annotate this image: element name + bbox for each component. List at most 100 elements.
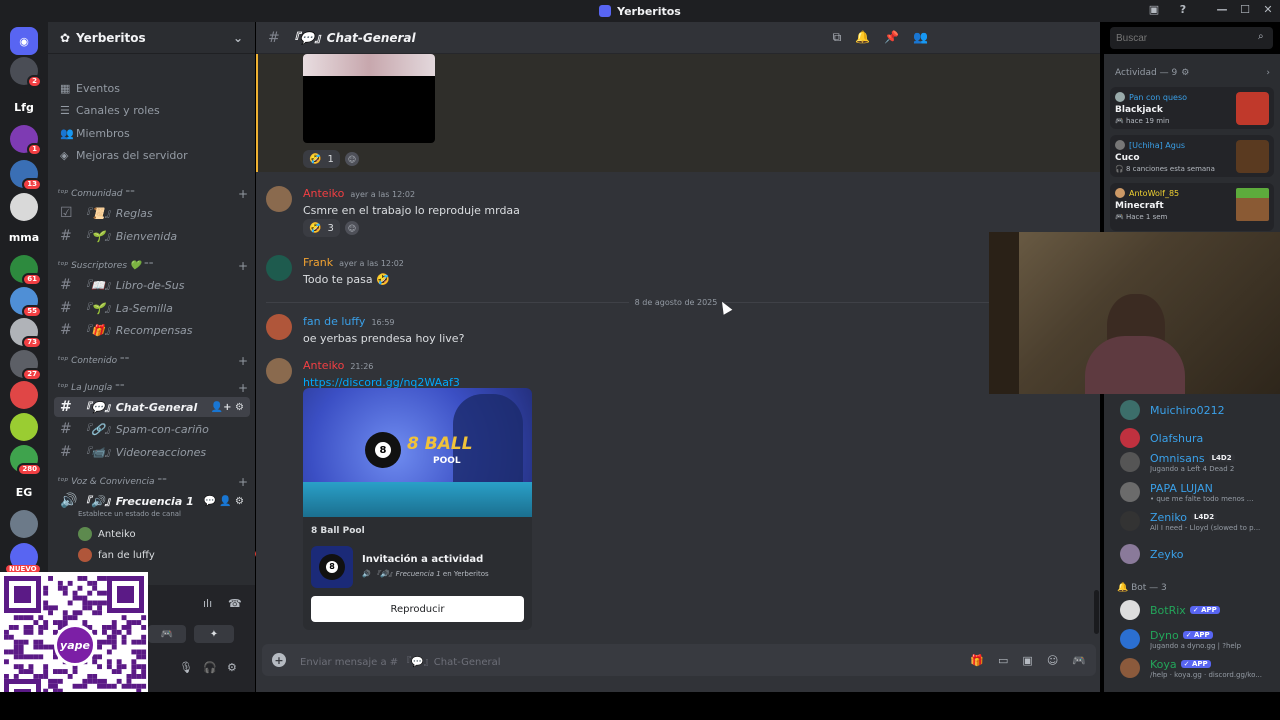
channel-bienvenida[interactable]: # 『🌱』Bienvenida [54,226,250,246]
avatar[interactable] [266,314,292,340]
server-icon[interactable]: ◉ [10,27,38,55]
nav-channels-roles[interactable]: ☰ Canales y roles [60,100,160,120]
server-icon[interactable] [10,510,38,538]
member-item[interactable]: Muichiro0212 [1120,398,1270,422]
nav-events[interactable]: ▦ Eventos [60,78,120,98]
server-icon[interactable]: 61 [10,255,42,286]
member-item[interactable]: Zeyko [1120,542,1270,566]
add-attachment-icon[interactable]: + [272,653,286,667]
member-item[interactable]: Omnisans L4D2 Jugando a Left 4 Dead 2 [1120,450,1270,474]
member-list-icon[interactable]: 👥 [913,30,928,45]
channel-recompensas[interactable]: # 『🎁』Recompensas [54,320,250,340]
server-icon[interactable]: 73 [10,318,42,349]
channel-spam-con-carino[interactable]: # 『🔗』Spam-con-cariño [54,419,250,439]
activity-card[interactable]: Pan con queso Blackjack 🎮 hace 19 min [1110,87,1274,129]
reaction-pill[interactable]: 🤣 1 [303,150,340,168]
message-author[interactable]: fan de luffy [303,315,365,328]
add-channel-icon[interactable]: + [238,187,248,201]
category-comunidad[interactable]: ᵗᵒᵖ Comunidad ⁼⁼ + [58,187,248,201]
voice-tools-icon[interactable]: 💬 👤 ⚙ [204,496,244,507]
close-button[interactable]: ✕ [1260,3,1276,16]
channel-la-semilla[interactable]: # 『🌱』La-Semilla [54,298,250,318]
inbox-icon[interactable]: ▣ [1146,3,1162,16]
message-input[interactable]: Enviar mensaje a # 『💬』Chat-General [300,653,501,668]
bell-icon[interactable]: 🔔 [855,30,870,45]
category-suscriptores[interactable]: ᵗᵒᵖ Suscriptores 💚 ⁼⁼ + [58,259,248,273]
category-contenido[interactable]: ᵗᵒᵖ Contenido ⁼⁼ + [58,354,248,368]
channel-videoreacciones[interactable]: # 『📹』Videoreacciones [54,442,250,462]
nav-members[interactable]: 👥 Miembros [60,123,130,143]
message-author[interactable]: Anteiko [303,359,344,372]
mic-icon[interactable]: 🎙 [179,661,193,674]
server-icon[interactable]: mma [9,223,39,251]
pin-icon[interactable]: 📌 [884,30,899,45]
add-channel-icon[interactable]: + [238,381,248,395]
server-icon[interactable]: 1 [10,125,42,156]
channel-reglas[interactable]: ☑ 『📜』Reglas [54,203,250,223]
voice-status[interactable]: Establece un estado de canal [78,510,181,518]
avatar[interactable] [266,255,292,281]
voice-user[interactable]: fan de luffy🔇 [78,546,266,564]
channel-settings-icon[interactable]: 👤+ ⚙ [211,402,244,413]
category-la-jungla[interactable]: ᵗᵒᵖ La Jungla ⁼⁼ + [58,381,248,395]
gif-icon[interactable]: ▭ [998,654,1008,667]
message-author[interactable]: Anteiko [303,187,344,200]
server-icon[interactable]: 2 [10,57,42,88]
soundboard-button[interactable]: ✦ [194,625,234,643]
help-icon[interactable]: ? [1175,3,1191,16]
bot-item[interactable]: Koya ✓ APP/help · koya.gg · discord.gg/ko… [1120,656,1270,680]
add-reaction-icon[interactable]: ☺ [345,221,359,235]
chat-scrollbar[interactable] [1094,590,1099,634]
headphones-icon[interactable]: 🎧 [203,661,217,674]
activity-card[interactable]: AntoWolf_85 Minecraft 🎮 Hace 1 sem [1110,183,1274,231]
channel-libro-de-sus[interactable]: # 『📖』Libro-de-Sus [54,275,250,295]
guild-header[interactable]: ✿ Yerberitos ⌄ [48,22,255,54]
gear-icon[interactable]: ⚙ [227,661,237,674]
server-icon[interactable]: 280 [10,445,42,476]
disconnect-icon[interactable]: ☎ [228,597,242,610]
bot-item[interactable]: BotRix ✓ APP [1120,598,1270,622]
threads-icon[interactable]: ⧉ [833,30,842,45]
member-item[interactable]: Olafshura [1120,426,1270,450]
member-info: PAPA LUJAN • que me falte todo menos ... [1150,482,1262,503]
member-item[interactable]: Zeniko L4D2 All I need - Lloyd (slowed to … [1120,509,1270,533]
reaction-emoji: 🤣 [309,222,322,234]
activity-game: Blackjack [1115,105,1163,115]
add-channel-icon[interactable]: + [238,259,248,273]
gift-icon[interactable]: 🎁 [970,654,984,667]
server-icon[interactable] [10,193,38,221]
minimize-button[interactable]: — [1214,3,1230,16]
reaction-pill[interactable]: 🤣 3 [303,219,340,237]
activity-card[interactable]: [Uchiha] Agus Cuco 🎧 8 canciones esta se… [1110,135,1274,177]
gear-icon[interactable]: ⚙ [1181,68,1189,78]
member-item[interactable]: PAPA LUJAN • que me falte todo menos ... [1120,480,1270,504]
voice-user[interactable]: Anteiko [78,525,136,543]
sticker-icon[interactable]: ▣ [1022,654,1032,667]
avatar[interactable] [266,186,292,212]
voice-channel-frecuencia[interactable]: 🔊 『🔊』Frecuencia 1 💬 👤 ⚙ [54,491,250,511]
server-icon[interactable] [10,381,38,409]
category-voz-convivencia[interactable]: ᵗᵒᵖ Voz & Convivencia ⁼⁼ + [58,475,248,489]
server-icon[interactable]: 27 [10,350,42,381]
activity-button[interactable]: 🎮 [148,625,186,643]
search-input[interactable] [1110,27,1273,49]
maximize-button[interactable]: ☐ [1237,3,1253,16]
nav-boost[interactable]: ◈ Mejoras del servidor [60,145,188,165]
channel-chat-general[interactable]: # 『💬』Chat-General 👤+ ⚙ [54,397,250,417]
emoji-icon[interactable]: ☺ [1047,654,1058,667]
server-icon[interactable]: 13 [10,160,42,191]
avatar[interactable] [266,358,292,384]
server-icon[interactable]: Lfg [10,93,38,121]
bot-item[interactable]: Dyno ✓ APP Jugando a dyno.gg | ?help [1120,627,1270,651]
add-channel-icon[interactable]: + [238,475,248,489]
server-icon[interactable]: 55 [10,287,42,318]
message-author[interactable]: Frank [303,256,333,269]
play-button[interactable]: Reproducir [311,596,524,622]
server-icon[interactable]: EG [10,478,38,506]
add-channel-icon[interactable]: + [238,354,248,368]
message-image[interactable] [303,54,435,143]
server-icon[interactable] [10,413,38,441]
add-reaction-icon[interactable]: ☺ [345,152,359,166]
apps-icon[interactable]: 🎮 [1072,654,1086,667]
chevron-right-icon[interactable]: › [1266,68,1270,78]
